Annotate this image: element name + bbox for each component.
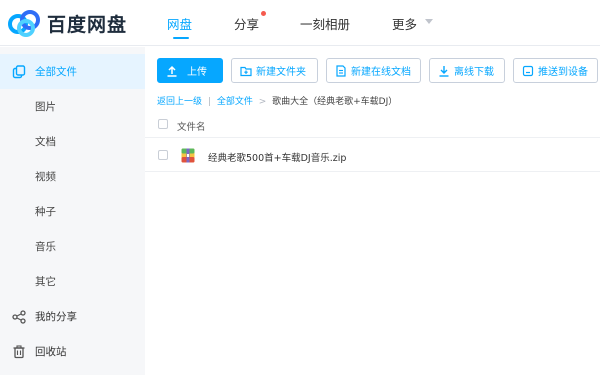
column-header-filename[interactable]: 文件名 — [177, 119, 206, 133]
new-folder-button[interactable]: 新建文件夹 — [231, 58, 318, 83]
offline-download-label: 离线下载 — [454, 67, 494, 78]
nav-album[interactable]: 一刻相册 — [300, 14, 350, 33]
logo[interactable]: 百度网盘 — [8, 8, 148, 38]
upload-button[interactable]: 上传 — [157, 58, 223, 83]
nav-netdisk[interactable]: 网盘 — [167, 14, 192, 33]
nav-more[interactable]: 更多 — [392, 14, 417, 33]
sidebar-item-label: 种子 — [35, 206, 56, 218]
sidebar-item-docs[interactable]: 文档 — [0, 124, 145, 159]
new-doc-button[interactable]: 新建在线文档 — [326, 58, 421, 83]
folder-plus-icon — [240, 66, 252, 76]
sidebar-item-torrents[interactable]: 种子 — [0, 194, 145, 229]
push-to-device-button[interactable]: 推送到设备 — [513, 58, 598, 83]
breadcrumb-current-folder: 歌曲大全（经典老歌+车载DJ） — [272, 97, 398, 107]
sidebar-item-all-files[interactable]: 全部文件 — [0, 54, 145, 89]
file-list-header: 文件名 — [145, 110, 600, 138]
sidebar: 全部文件 图片 文档 视频 种子 音乐 其它 我的分享 回收站 — [0, 47, 145, 375]
sidebar-item-label: 视频 — [35, 171, 56, 183]
top-header: 百度网盘 网盘 分享 一刻相册 更多 — [0, 0, 600, 46]
file-name[interactable]: 经典老歌500首+车载DJ音乐.zip — [208, 150, 346, 164]
breadcrumb-separator: > — [258, 97, 267, 107]
new-doc-label: 新建在线文档 — [351, 67, 411, 78]
new-folder-label: 新建文件夹 — [256, 67, 306, 78]
files-icon — [12, 64, 26, 78]
nav-share[interactable]: 分享 — [234, 14, 259, 33]
breadcrumb-divider: | — [207, 97, 211, 107]
sidebar-item-label: 回收站 — [35, 346, 67, 358]
upload-icon — [167, 65, 177, 77]
document-icon — [336, 64, 346, 77]
upload-label: 上传 — [187, 67, 207, 78]
sidebar-item-label: 全部文件 — [35, 66, 77, 78]
notification-badge — [261, 11, 266, 16]
trash-icon — [13, 344, 25, 358]
nav-active-indicator — [173, 37, 189, 39]
sidebar-item-videos[interactable]: 视频 — [0, 159, 145, 194]
share-icon — [12, 309, 26, 324]
table-row[interactable]: 经典老歌500首+车载DJ音乐.zip — [145, 139, 600, 172]
download-icon — [439, 65, 449, 77]
push-to-device-label: 推送到设备 — [538, 67, 588, 78]
sidebar-item-label: 图片 — [35, 101, 56, 113]
select-all-checkbox[interactable] — [158, 119, 168, 129]
breadcrumb-all-files-link[interactable]: 全部文件 — [217, 97, 253, 107]
cloud-logo-icon — [8, 10, 40, 37]
sidebar-item-label: 文档 — [35, 136, 56, 148]
sidebar-item-other[interactable]: 其它 — [0, 264, 145, 299]
sidebar-item-label: 我的分享 — [35, 311, 77, 323]
device-icon — [522, 65, 534, 76]
breadcrumb: 返回上一级 | 全部文件 > 歌曲大全（经典老歌+车载DJ） — [157, 94, 397, 107]
sidebar-item-label: 音乐 — [35, 241, 56, 253]
sidebar-item-label: 其它 — [35, 276, 56, 288]
offline-download-button[interactable]: 离线下载 — [429, 58, 505, 83]
logo-text: 百度网盘 — [47, 13, 128, 36]
sidebar-item-music[interactable]: 音乐 — [0, 229, 145, 264]
zip-file-icon — [181, 148, 195, 163]
breadcrumb-back-link[interactable]: 返回上一级 — [157, 97, 202, 107]
sidebar-item-images[interactable]: 图片 — [0, 89, 145, 124]
row-checkbox[interactable] — [158, 150, 168, 160]
sidebar-item-recycle-bin[interactable]: 回收站 — [0, 334, 145, 369]
chevron-down-icon[interactable] — [425, 19, 433, 24]
sidebar-item-my-share[interactable]: 我的分享 — [0, 299, 145, 334]
